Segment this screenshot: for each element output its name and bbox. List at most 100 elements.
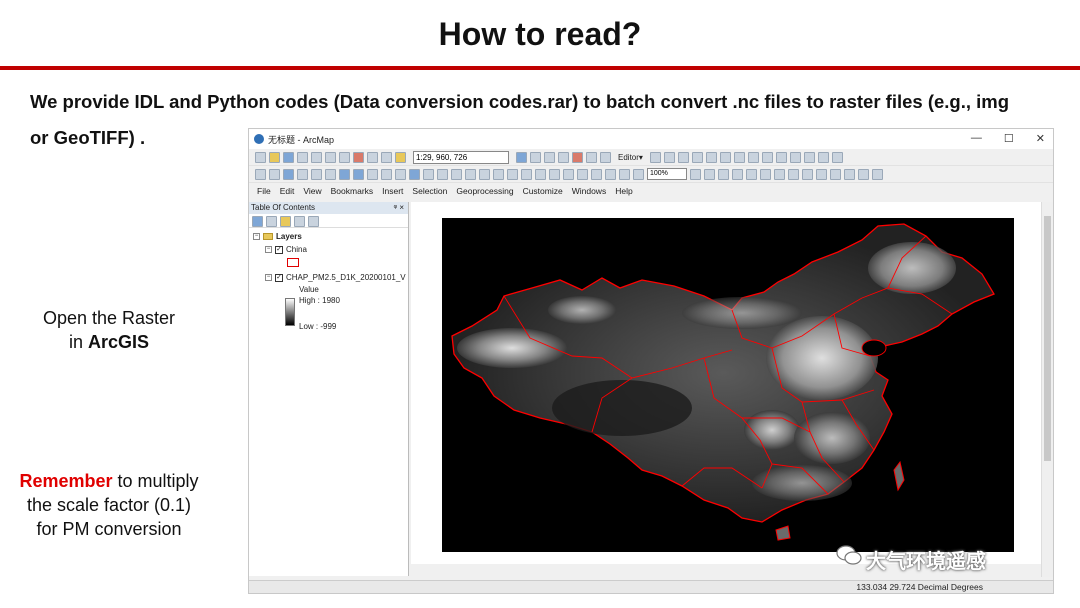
- view-link-table-icon[interactable]: [774, 168, 785, 180]
- menu-file[interactable]: File: [257, 186, 271, 196]
- list-by-source-icon[interactable]: [266, 216, 277, 227]
- redo-icon[interactable]: [381, 151, 392, 163]
- topology-icon[interactable]: [858, 168, 869, 180]
- zoom-100-icon[interactable]: [591, 168, 602, 180]
- menu-view[interactable]: View: [303, 186, 321, 196]
- toc-pin-close[interactable]: ᵠ ×: [394, 202, 404, 214]
- menu-insert[interactable]: Insert: [382, 186, 403, 196]
- search-window-icon[interactable]: [558, 151, 569, 163]
- layout-forward-icon[interactable]: [633, 168, 644, 180]
- stretch-ramp-icon[interactable]: [285, 298, 295, 326]
- arctoolbox-icon[interactable]: [572, 151, 583, 163]
- menu-windows[interactable]: Windows: [572, 186, 606, 196]
- layout-back-icon[interactable]: [619, 168, 630, 180]
- go-to-xy-icon[interactable]: [493, 168, 504, 180]
- new-document-icon[interactable]: [255, 151, 266, 163]
- create-features-icon[interactable]: [831, 151, 843, 163]
- hyperlink-icon[interactable]: [423, 168, 434, 180]
- visibility-checkbox[interactable]: ✓: [275, 273, 283, 282]
- collapse-icon[interactable]: −: [265, 274, 272, 281]
- find-route-icon[interactable]: [479, 168, 490, 180]
- pan-icon[interactable]: [283, 168, 294, 180]
- vertical-scrollbar[interactable]: [1041, 202, 1053, 577]
- layers-group-row[interactable]: − Layers: [253, 232, 302, 241]
- select-elements-icon[interactable]: [395, 168, 406, 180]
- collapse-icon[interactable]: −: [265, 246, 272, 253]
- split-icon[interactable]: [775, 151, 787, 163]
- point-icon[interactable]: [719, 151, 731, 163]
- layout-pan-icon[interactable]: [563, 168, 574, 180]
- list-by-selection-icon[interactable]: [294, 216, 305, 227]
- spatial-adjust-icon[interactable]: [844, 168, 855, 180]
- rotate-tool-icon[interactable]: [788, 168, 799, 180]
- measure-icon[interactable]: [451, 168, 462, 180]
- rotate-icon[interactable]: [789, 151, 801, 163]
- vertical-scroll-thumb[interactable]: [1044, 216, 1051, 461]
- cut-icon[interactable]: [311, 151, 322, 163]
- delete-icon[interactable]: [353, 151, 364, 163]
- menu-edit[interactable]: Edit: [280, 186, 295, 196]
- end-point-arc-icon[interactable]: [691, 151, 703, 163]
- close-button[interactable]: ✕: [1036, 132, 1045, 145]
- raster-layer-row[interactable]: − ✓ CHAP_PM2.5_D1K_20200101_V: [265, 273, 406, 282]
- layout-zoom-in-icon[interactable]: [535, 168, 546, 180]
- layout-zoom-out-icon[interactable]: [549, 168, 560, 180]
- list-by-drawing-order-icon[interactable]: [252, 216, 263, 227]
- edit-tool-icon[interactable]: [649, 151, 661, 163]
- clear-selection-icon[interactable]: [381, 168, 392, 180]
- focus-data-frame-icon[interactable]: [704, 168, 715, 180]
- minimize-button[interactable]: —: [971, 132, 982, 145]
- scale-tool-icon[interactable]: [816, 168, 827, 180]
- catalog-window-icon[interactable]: [544, 151, 555, 163]
- edit-vertices-icon[interactable]: [733, 151, 745, 163]
- toc-window-icon[interactable]: [530, 151, 541, 163]
- menu-help[interactable]: Help: [615, 186, 632, 196]
- menu-bookmarks[interactable]: Bookmarks: [331, 186, 374, 196]
- menu-selection[interactable]: Selection: [412, 186, 447, 196]
- collapse-icon[interactable]: −: [253, 233, 260, 240]
- editor-menu[interactable]: Editor▾: [618, 153, 643, 162]
- attributes-icon[interactable]: [803, 151, 815, 163]
- polygon-symbol-icon[interactable]: [287, 258, 299, 267]
- table-icon[interactable]: [872, 168, 883, 180]
- paste-icon[interactable]: [339, 151, 350, 163]
- identify-icon[interactable]: [409, 168, 420, 180]
- layout-zoom-select[interactable]: 100%: [647, 168, 687, 180]
- zoom-out-icon[interactable]: [269, 168, 280, 180]
- add-control-points-icon[interactable]: [760, 168, 771, 180]
- menu-customize[interactable]: Customize: [523, 186, 563, 196]
- sketch-properties-icon[interactable]: [817, 151, 829, 163]
- trace-icon[interactable]: [705, 151, 717, 163]
- layout-fixed-zoom-icon[interactable]: [605, 168, 616, 180]
- editor-toolbar-icon[interactable]: [516, 151, 527, 163]
- georef-icon[interactable]: [746, 168, 757, 180]
- time-slider-icon[interactable]: [507, 168, 518, 180]
- map-scale-input[interactable]: 1:29, 960, 726: [413, 150, 509, 164]
- data-driven-pages-icon[interactable]: [732, 168, 743, 180]
- viewer-icon[interactable]: [830, 168, 841, 180]
- map-data-frame[interactable]: [442, 218, 1014, 552]
- python-window-icon[interactable]: [586, 151, 597, 163]
- china-layer-row[interactable]: − ✓ China: [265, 245, 307, 254]
- save-icon[interactable]: [283, 151, 294, 163]
- visibility-checkbox[interactable]: ✓: [275, 245, 283, 254]
- toc-options-icon[interactable]: [308, 216, 319, 227]
- menu-geoprocessing[interactable]: Geoprocessing: [456, 186, 513, 196]
- print-icon[interactable]: [297, 151, 308, 163]
- fixed-zoom-in-icon[interactable]: [311, 168, 322, 180]
- forward-extent-icon[interactable]: [353, 168, 364, 180]
- copy-icon[interactable]: [325, 151, 336, 163]
- cut-polygons-icon[interactable]: [761, 151, 773, 163]
- list-by-visibility-icon[interactable]: [280, 216, 291, 227]
- full-extent-icon[interactable]: [297, 168, 308, 180]
- shift-tool-icon[interactable]: [802, 168, 813, 180]
- model-builder-icon[interactable]: [600, 151, 611, 163]
- toggle-draft-icon[interactable]: [690, 168, 701, 180]
- back-extent-icon[interactable]: [339, 168, 350, 180]
- change-layout-icon[interactable]: [718, 168, 729, 180]
- select-features-icon[interactable]: [367, 168, 378, 180]
- find-icon[interactable]: [465, 168, 476, 180]
- html-popup-icon[interactable]: [437, 168, 448, 180]
- reshape-icon[interactable]: [747, 151, 759, 163]
- zoom-in-icon[interactable]: [255, 168, 266, 180]
